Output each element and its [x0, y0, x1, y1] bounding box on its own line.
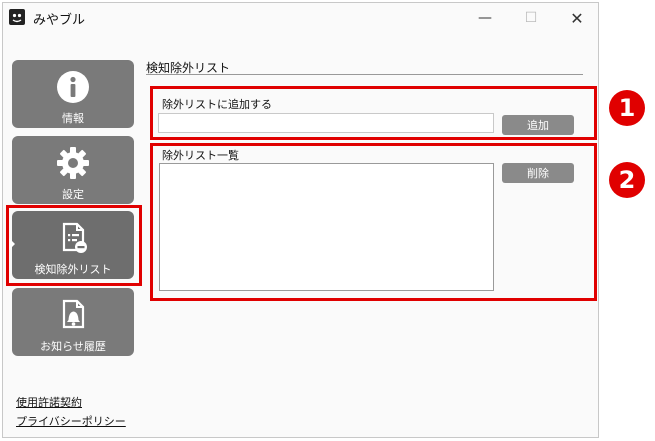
window-title: みやブル: [33, 13, 86, 28]
sidebar-item-label: 設定: [62, 188, 84, 201]
title-bar: みやブル — ☐ ✕: [3, 3, 598, 33]
divider: [146, 74, 583, 75]
sidebar-item-notification-history[interactable]: お知らせ履歴: [12, 288, 134, 356]
annotation-badge-2: 2: [609, 162, 645, 198]
highlight-box-add-section: [150, 86, 597, 140]
sidebar-item-label: お知らせ履歴: [40, 340, 106, 353]
sidebar-item-info[interactable]: 情報: [12, 60, 134, 128]
maximize-button[interactable]: ☐: [508, 3, 554, 33]
close-button[interactable]: ✕: [554, 3, 600, 33]
privacy-policy-link[interactable]: プライバシーポリシー: [16, 413, 126, 429]
document-bell-icon: [54, 296, 92, 334]
app-logo-icon: [9, 9, 25, 25]
minimize-button[interactable]: —: [462, 3, 508, 33]
sidebar-item-settings[interactable]: 設定: [12, 136, 134, 204]
highlight-box-list-section: [150, 143, 597, 301]
info-icon: [54, 68, 92, 106]
highlight-box-selected-nav: [6, 205, 142, 286]
annotation-badge-1: 1: [609, 90, 645, 126]
gear-icon: [54, 144, 92, 182]
license-agreement-link[interactable]: 使用許諾契約: [16, 394, 82, 410]
sidebar-item-label: 情報: [62, 112, 84, 125]
